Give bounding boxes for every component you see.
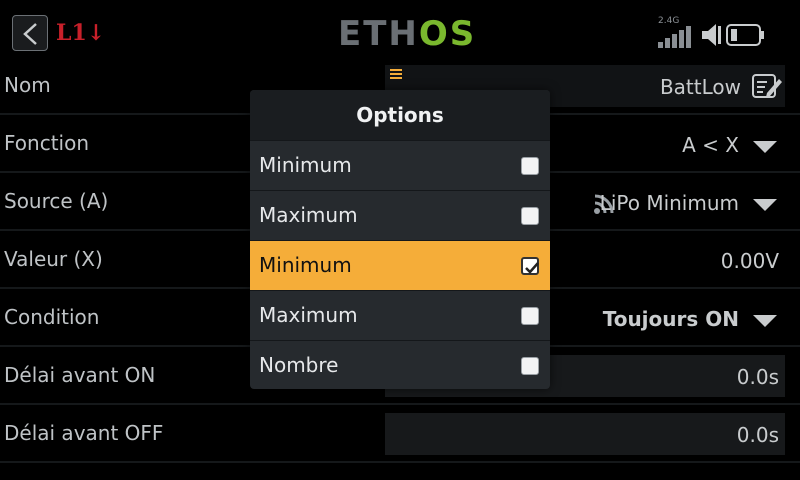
option-label: Nombre <box>259 353 339 377</box>
condition-value: Toujours ON <box>602 307 739 331</box>
option-item[interactable]: Nombre <box>250 340 550 389</box>
ethos-logo: ETHOS <box>338 14 477 54</box>
speaker-icon <box>702 24 721 46</box>
delay-off-field[interactable]: 0.0s <box>385 413 785 455</box>
battery-icon <box>726 24 764 46</box>
option-item[interactable]: Minimum <box>250 140 550 190</box>
logic-switch-badge: L1↓ <box>56 20 106 46</box>
checkbox[interactable] <box>521 357 539 375</box>
options-dialog: Options Minimum Maximum Minimum Maximum … <box>250 90 550 389</box>
checkmark-icon <box>525 262 539 274</box>
delay-on-value: 0.0s <box>736 365 779 389</box>
option-item[interactable]: Maximum <box>250 190 550 240</box>
option-label: Minimum <box>259 253 352 277</box>
dropdown-arrow-icon <box>753 199 777 211</box>
source-value: LiPo Minimum <box>599 191 739 215</box>
row-label: Valeur (X) <box>4 247 103 271</box>
dropdown-arrow-icon <box>753 141 777 153</box>
checkbox[interactable] <box>521 307 539 325</box>
checkbox[interactable] <box>521 207 539 225</box>
back-button[interactable] <box>12 15 48 51</box>
row-label: Condition <box>4 305 100 329</box>
option-label: Maximum <box>259 303 358 327</box>
row-label: Nom <box>4 73 51 97</box>
row-delay-off: Délai avant OFF 0.0s <box>0 405 800 463</box>
chevron-left-icon <box>23 23 37 45</box>
signal-bars-icon <box>658 26 691 48</box>
row-label: Délai avant OFF <box>4 421 164 445</box>
edit-icon[interactable] <box>751 71 783 101</box>
dialog-title: Options <box>250 90 550 140</box>
row-label: Fonction <box>4 131 90 155</box>
name-value: BattLow <box>659 75 741 99</box>
threshold-value: 0.00V <box>720 249 779 273</box>
row-label: Source (A) <box>4 189 109 213</box>
radio-band-label: 2.4G <box>658 16 680 26</box>
option-item[interactable]: Maximum <box>250 290 550 340</box>
menu-icon <box>390 69 402 79</box>
function-value: A < X <box>682 133 739 157</box>
status-icons: 2.4G <box>658 14 788 50</box>
option-label: Maximum <box>259 203 358 227</box>
checkbox-checked[interactable] <box>521 257 539 275</box>
header-bar: L1↓ ETHOS 2.4G <box>0 0 800 62</box>
option-label: Minimum <box>259 153 352 177</box>
dropdown-arrow-icon <box>753 315 777 327</box>
checkbox[interactable] <box>521 157 539 175</box>
option-item-selected[interactable]: Minimum <box>250 240 550 290</box>
delay-off-value: 0.0s <box>736 423 779 447</box>
row-label: Délai avant ON <box>4 363 156 387</box>
